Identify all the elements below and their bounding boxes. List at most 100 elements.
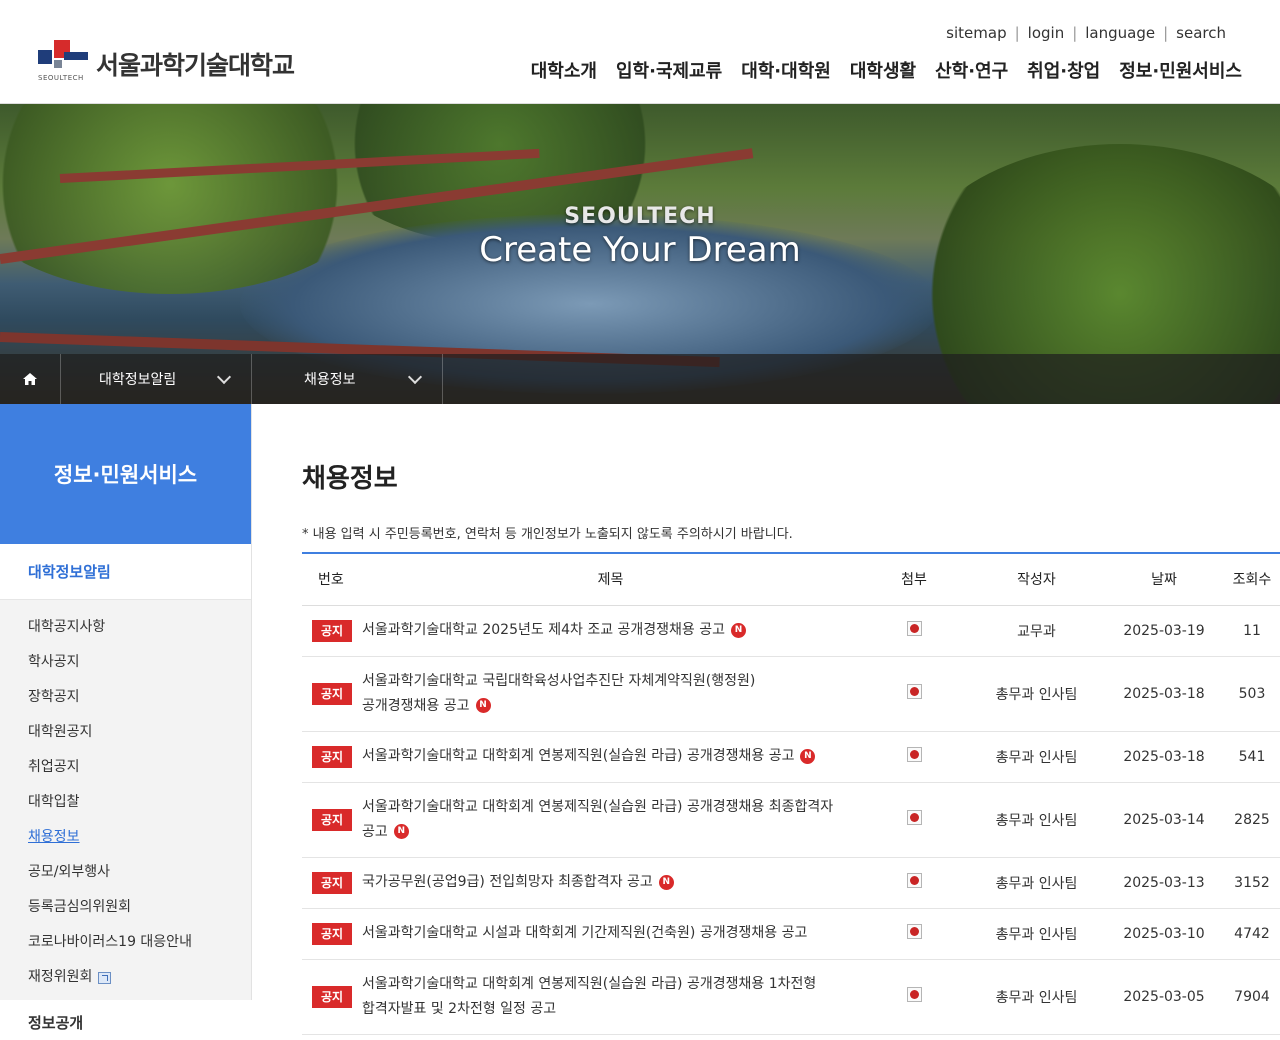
post-views: 7904 bbox=[1224, 959, 1280, 1035]
notice-badge: 공지 bbox=[312, 808, 352, 831]
chevron-down-icon bbox=[407, 369, 423, 384]
notice-badge: 공지 bbox=[312, 985, 352, 1008]
nav-item-info-services[interactable]: 정보·민원서비스 bbox=[1119, 57, 1242, 83]
new-icon: N bbox=[475, 698, 491, 713]
post-title[interactable]: 서울과학기술대학교 국립대학육성사업추진단 자체계약직원(행정원) 공개경쟁채용 … bbox=[362, 656, 859, 732]
notice-badge-cell: 공지 bbox=[302, 656, 362, 732]
post-date: 2025-03-13 bbox=[1104, 857, 1224, 909]
post-title[interactable]: 국가공무원(공업9급) 전입희망자 최종합격자 공고 N bbox=[362, 857, 859, 909]
sidebar-item-notice[interactable]: 대학공지사항 bbox=[0, 608, 251, 643]
post-title-text-line2[interactable]: 합격자발표 및 2차전형 일정 공고 bbox=[362, 1001, 556, 1017]
breadcrumb-level1-dropdown[interactable]: 대학정보알림 bbox=[61, 354, 252, 404]
post-title[interactable]: 서울과학기술대학교 대학회계 연봉제직원(실습원 라급) 공개경쟁채용 1차전형… bbox=[362, 959, 859, 1035]
notice-badge-cell: 공지 bbox=[302, 731, 362, 783]
sidebar-section-disclosure[interactable]: 정보공개 bbox=[0, 1000, 252, 1040]
login-link[interactable]: login bbox=[1020, 24, 1073, 42]
table-row[interactable]: 공지 서울과학기술대학교 대학회계 연봉제직원(실습원 라급) 공개경쟁채용 최… bbox=[302, 782, 1280, 858]
privacy-notice: * 내용 입력 시 주민등록번호, 연락처 등 개인정보가 노출되지 않도록 주… bbox=[302, 527, 793, 542]
post-title-text[interactable]: 서울과학기술대학교 2025년도 제4차 조교 공개경쟁채용 공고 bbox=[362, 622, 725, 638]
post-views: 11 bbox=[1224, 605, 1280, 657]
table-row[interactable]: 공지 서울과학기술대학교 대학회계 연봉제직원(실습원 라급) 공개경쟁채용 1… bbox=[302, 959, 1280, 1035]
attachment-icon[interactable] bbox=[906, 810, 922, 825]
attachment-cell[interactable] bbox=[859, 857, 969, 909]
sitemap-link[interactable]: sitemap bbox=[938, 24, 1014, 42]
home-button[interactable] bbox=[0, 354, 61, 404]
post-date: 2025-03-18 bbox=[1104, 731, 1224, 783]
sidebar-item-bidding[interactable]: 대학입찰 bbox=[0, 783, 251, 818]
table-row[interactable]: 공지 서울과학기술대학교 시설과 대학회계 기간제직원(건축원) 공개경쟁채용 … bbox=[302, 908, 1280, 960]
attachment-cell[interactable] bbox=[859, 656, 969, 732]
language-link[interactable]: language bbox=[1077, 24, 1163, 42]
attachment-cell[interactable] bbox=[859, 731, 969, 783]
table-row[interactable]: 공지 서울과학기술대학교 대학회계 연봉제직원(실습원 라급) 공개경쟁채용 공… bbox=[302, 731, 1280, 783]
attachment-icon[interactable] bbox=[906, 987, 922, 1002]
sidebar-item-contests[interactable]: 공모/외부행사 bbox=[0, 853, 251, 888]
col-header-number: 번호 bbox=[302, 553, 362, 606]
post-title-text[interactable]: 서울과학기술대학교 대학회계 연봉제직원(실습원 라급) 공개경쟁채용 1차전형 bbox=[362, 976, 816, 992]
notice-badge-cell: 공지 bbox=[302, 605, 362, 657]
post-title[interactable]: 서울과학기술대학교 대학회계 연봉제직원(실습원 라급) 공개경쟁채용 공고 N bbox=[362, 731, 859, 783]
post-title-text[interactable]: 서울과학기술대학교 국립대학육성사업추진단 자체계약직원(행정원) bbox=[362, 673, 755, 689]
attachment-icon[interactable] bbox=[906, 621, 922, 636]
sidebar: 정보·민원서비스 대학정보알림 대학공지사항 학사공지 장학공지 대학원공지 취… bbox=[0, 404, 252, 1040]
sidebar-title: 정보·민원서비스 bbox=[0, 404, 251, 544]
post-title[interactable]: 서울과학기술대학교 2025년도 제4차 조교 공개경쟁채용 공고 N bbox=[362, 605, 859, 657]
table-row[interactable]: 공지 서울과학기술대학교 국립대학육성사업추진단 자체계약직원(행정원) 공개경쟁… bbox=[302, 656, 1280, 732]
post-title[interactable]: 서울과학기술대학교 시설과 대학회계 기간제직원(건축원) 공개경쟁채용 공고 bbox=[362, 908, 859, 960]
site-logo[interactable]: SEOULTECH 서울과학기술대학교 bbox=[38, 38, 295, 84]
sidebar-item-scholarship[interactable]: 장학공지 bbox=[0, 678, 251, 713]
post-author: 총무과 인사팀 bbox=[969, 731, 1104, 783]
post-title[interactable]: 서울과학기술대학교 대학회계 연봉제직원(실습원 라급) 공개경쟁채용 최종합격… bbox=[362, 782, 859, 858]
notice-badge: 공지 bbox=[312, 871, 352, 894]
sidebar-item-finance-committee[interactable]: 재정위원회 bbox=[0, 958, 251, 993]
post-author: 교무과 bbox=[969, 605, 1104, 657]
banner-subtitle: SEOULTECH bbox=[564, 204, 716, 229]
sidebar-item-covid19[interactable]: 코로나바이러스19 대응안내 bbox=[0, 923, 251, 958]
col-header-attachment: 첨부 bbox=[859, 553, 969, 606]
post-author: 총무과 인사팀 bbox=[969, 857, 1104, 909]
table-row[interactable]: 공지 서울과학기술대학교 2025년도 제4차 조교 공개경쟁채용 공고 N 교무… bbox=[302, 605, 1280, 657]
notice-badge-cell: 공지 bbox=[302, 782, 362, 858]
nav-item-campus-life[interactable]: 대학생활 bbox=[850, 57, 916, 83]
sidebar-section-title[interactable]: 대학정보알림 bbox=[0, 544, 251, 600]
attachment-cell[interactable] bbox=[859, 908, 969, 960]
attachment-icon[interactable] bbox=[906, 747, 922, 762]
sidebar-item-tuition-committee[interactable]: 등록금심의위원회 bbox=[0, 888, 251, 923]
post-title-text-line2[interactable]: 공개경쟁채용 공고 bbox=[362, 698, 470, 714]
sidebar-item-recruitment[interactable]: 채용정보 bbox=[0, 818, 251, 853]
logo-name: 서울과학기술대학교 bbox=[96, 51, 295, 80]
home-icon bbox=[23, 373, 37, 385]
attachment-cell[interactable] bbox=[859, 605, 969, 657]
col-header-title: 제목 bbox=[362, 553, 859, 606]
post-title-text[interactable]: 서울과학기술대학교 대학회계 연봉제직원(실습원 라급) 공개경쟁채용 최종합격… bbox=[362, 799, 833, 815]
new-icon: N bbox=[393, 824, 409, 839]
col-header-views: 조회수 bbox=[1224, 553, 1280, 606]
nav-item-research[interactable]: 산학·연구 bbox=[935, 57, 1008, 83]
post-title-text[interactable]: 국가공무원(공업9급) 전입희망자 최종합격자 공고 bbox=[362, 874, 653, 890]
table-row[interactable]: 공지 국가공무원(공업9급) 전입희망자 최종합격자 공고 N 총무과 인사팀 2… bbox=[302, 857, 1280, 909]
post-title-text[interactable]: 서울과학기술대학교 대학회계 연봉제직원(실습원 라급) 공개경쟁채용 공고 bbox=[362, 748, 794, 764]
sidebar-item-academic[interactable]: 학사공지 bbox=[0, 643, 251, 678]
nav-item-admission[interactable]: 입학·국제교류 bbox=[616, 57, 722, 83]
table-header-row: 번호 제목 첨부 작성자 날짜 조회수 bbox=[302, 553, 1280, 606]
nav-item-about[interactable]: 대학소개 bbox=[531, 57, 597, 83]
post-date: 2025-03-05 bbox=[1104, 959, 1224, 1035]
attachment-icon[interactable] bbox=[906, 873, 922, 888]
nav-item-colleges[interactable]: 대학·대학원 bbox=[741, 57, 831, 83]
post-author: 총무과 인사팀 bbox=[969, 656, 1104, 732]
attachment-icon[interactable] bbox=[906, 924, 922, 939]
sidebar-item-employment[interactable]: 취업공지 bbox=[0, 748, 251, 783]
new-icon: N bbox=[800, 748, 816, 764]
nav-item-career[interactable]: 취업·창업 bbox=[1027, 57, 1100, 83]
breadcrumb-level2-dropdown[interactable]: 채용정보 bbox=[252, 354, 443, 404]
search-link[interactable]: search bbox=[1168, 24, 1234, 42]
site-header: SEOULTECH 서울과학기술대학교 sitemap | login | la… bbox=[0, 0, 1280, 104]
attachment-icon[interactable] bbox=[906, 684, 922, 699]
post-title-text-line2[interactable]: 공고 bbox=[362, 824, 388, 840]
attachment-cell[interactable] bbox=[859, 959, 969, 1035]
post-views: 541 bbox=[1224, 731, 1280, 783]
attachment-cell[interactable] bbox=[859, 782, 969, 858]
main-nav: 대학소개 입학·국제교류 대학·대학원 대학생활 산학·연구 취업·창업 정보·… bbox=[531, 57, 1242, 83]
post-title-text[interactable]: 서울과학기술대학교 시설과 대학회계 기간제직원(건축원) 공개경쟁채용 공고 bbox=[362, 925, 807, 941]
sidebar-item-graduate[interactable]: 대학원공지 bbox=[0, 713, 251, 748]
